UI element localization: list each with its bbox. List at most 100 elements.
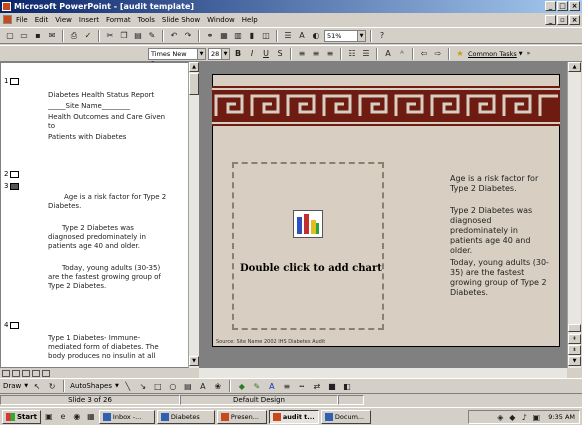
menu-edit[interactable]: Edit bbox=[35, 16, 49, 24]
chart-placeholder-text[interactable]: Double click to add chart bbox=[240, 263, 382, 274]
align-right-icon[interactable]: ≡ bbox=[324, 48, 336, 60]
line-color-icon[interactable]: ✎ bbox=[251, 380, 263, 392]
italic-icon[interactable]: I bbox=[246, 48, 258, 60]
shadow-icon[interactable]: S bbox=[274, 48, 286, 60]
menu-window[interactable]: Window bbox=[207, 16, 235, 24]
wordart-icon[interactable]: A bbox=[197, 380, 209, 392]
insert-chart-icon[interactable]: ▮ bbox=[246, 30, 258, 42]
doc-close-button[interactable]: × bbox=[569, 15, 580, 25]
dash-style-icon[interactable]: ┅ bbox=[296, 380, 308, 392]
doc-minimize-button[interactable]: _ bbox=[545, 15, 556, 25]
chevron-down-icon[interactable]: ▼ bbox=[115, 383, 119, 389]
menu-format[interactable]: Format bbox=[106, 16, 131, 24]
font-size-select[interactable]: 28 ▼ bbox=[208, 47, 230, 60]
task-diabetes[interactable]: Diabetes bbox=[156, 409, 215, 424]
horizontal-scrollbar[interactable] bbox=[199, 368, 567, 378]
quicklaunch-outlook-icon[interactable]: ◉ bbox=[71, 411, 83, 423]
common-tasks-button[interactable]: Common Tasks bbox=[468, 50, 517, 58]
outline-view-icon[interactable] bbox=[12, 369, 20, 377]
bold-icon[interactable]: B bbox=[232, 48, 244, 60]
new-slide-icon[interactable]: ◫ bbox=[260, 30, 272, 42]
chevron-down-icon[interactable]: ▼ bbox=[197, 48, 205, 59]
tray-monitor-icon[interactable]: ▣ bbox=[530, 411, 542, 423]
outline-pane[interactable]: 1 Diabetes Health Status Report _____Sit… bbox=[0, 62, 197, 368]
chart-icon[interactable] bbox=[293, 210, 323, 238]
slide-text-paragraph[interactable]: Today, young adults (30-35) are the fast… bbox=[450, 258, 552, 298]
more-buttons-icon[interactable]: » bbox=[527, 50, 531, 57]
expand-all-icon[interactable]: ☰ bbox=[282, 30, 294, 42]
menu-tools[interactable]: Tools bbox=[138, 16, 155, 24]
slide-text-paragraph[interactable]: Age is a risk factor for Type 2 Diabetes… bbox=[450, 174, 552, 194]
scroll-down-arrow-icon[interactable]: ▼ bbox=[568, 356, 581, 366]
show-formatting-icon[interactable]: A bbox=[296, 30, 308, 42]
3d-icon[interactable]: ◧ bbox=[341, 380, 353, 392]
menu-view[interactable]: View bbox=[55, 16, 72, 24]
bullets-icon[interactable]: ☰ bbox=[360, 48, 372, 60]
line-style-icon[interactable]: ≡ bbox=[281, 380, 293, 392]
scroll-thumb[interactable] bbox=[189, 73, 199, 95]
task-audit-template[interactable]: audit t... bbox=[268, 409, 319, 424]
tray-network-icon[interactable]: ◈ bbox=[494, 411, 506, 423]
menu-file[interactable]: File bbox=[16, 16, 28, 24]
chart-placeholder[interactable] bbox=[232, 162, 384, 330]
tray-antivirus-icon[interactable]: ◆ bbox=[506, 411, 518, 423]
close-button[interactable]: × bbox=[569, 1, 580, 11]
chevron-down-icon[interactable]: ▼ bbox=[519, 51, 523, 57]
slide-text-paragraph[interactable]: Type 2 Diabetes was diagnosed predominat… bbox=[450, 206, 552, 256]
arrow-icon[interactable]: ↘ bbox=[137, 380, 149, 392]
previous-slide-icon[interactable]: ⇞ bbox=[568, 334, 581, 344]
menu-insert[interactable]: Insert bbox=[79, 16, 99, 24]
spelling-icon[interactable]: ✓ bbox=[82, 30, 94, 42]
task-presentation[interactable]: Presen... bbox=[216, 409, 267, 424]
arrow-style-icon[interactable]: ⇄ bbox=[311, 380, 323, 392]
scroll-thumb[interactable] bbox=[568, 324, 581, 332]
paste-icon[interactable]: ▤ bbox=[132, 30, 144, 42]
slide-sorter-icon[interactable] bbox=[32, 369, 40, 377]
outline-slide-2[interactable]: 2 bbox=[4, 170, 20, 178]
scroll-up-arrow-icon[interactable]: ▲ bbox=[189, 62, 199, 72]
align-center-icon[interactable]: ≡ bbox=[310, 48, 322, 60]
rectangle-icon[interactable]: □ bbox=[152, 380, 164, 392]
chevron-down-icon[interactable]: ▼ bbox=[221, 48, 229, 59]
slide-view-icon[interactable] bbox=[22, 369, 30, 377]
outline-scrollbar[interactable]: ▲ ▼ bbox=[188, 62, 199, 368]
tray-volume-icon[interactable]: ♪ bbox=[518, 411, 530, 423]
task-document[interactable]: Docum... bbox=[320, 409, 371, 424]
outline-slide-1[interactable]: 1 bbox=[4, 77, 20, 85]
quicklaunch-ie-icon[interactable]: e bbox=[57, 411, 69, 423]
zoom-select[interactable]: 51% ▼ bbox=[324, 29, 366, 42]
doc-restore-button[interactable]: ▫ bbox=[557, 15, 568, 25]
draw-menu[interactable]: Draw bbox=[3, 382, 21, 390]
star-icon[interactable]: ★ bbox=[454, 48, 466, 60]
print-icon[interactable]: ⎙ bbox=[68, 30, 80, 42]
hyperlink-icon[interactable]: ⚭ bbox=[204, 30, 216, 42]
underline-icon[interactable]: U bbox=[260, 48, 272, 60]
copy-icon[interactable]: ❐ bbox=[118, 30, 130, 42]
autoshapes-menu[interactable]: AutoShapes bbox=[70, 382, 112, 390]
slide-show-icon[interactable] bbox=[42, 369, 50, 377]
demote-icon[interactable]: ⇨ bbox=[432, 48, 444, 60]
help-icon[interactable]: ? bbox=[376, 30, 388, 42]
textbox-icon[interactable]: ▤ bbox=[182, 380, 194, 392]
select-objects-icon[interactable]: ↖ bbox=[31, 380, 43, 392]
task-inbox[interactable]: Inbox -... bbox=[98, 409, 155, 424]
outline-slide-3-text[interactable]: Age is a risk factor for Type 2 Diabetes… bbox=[48, 193, 188, 291]
line-icon[interactable]: ╲ bbox=[122, 380, 134, 392]
email-icon[interactable]: ✉ bbox=[46, 30, 58, 42]
save-icon[interactable]: ▪ bbox=[32, 30, 44, 42]
grayscale-icon[interactable]: ◐ bbox=[310, 30, 322, 42]
quicklaunch-channels-icon[interactable]: ▦ bbox=[85, 411, 97, 423]
outline-slide-4[interactable]: 4 bbox=[4, 321, 20, 329]
outline-slide-1-text[interactable]: Diabetes Health Status Report _____Site … bbox=[48, 91, 165, 142]
clipart-icon[interactable]: ❀ bbox=[212, 380, 224, 392]
oval-icon[interactable]: ○ bbox=[167, 380, 179, 392]
start-button[interactable]: Start bbox=[2, 409, 41, 424]
increase-font-icon[interactable]: A bbox=[382, 48, 394, 60]
chevron-down-icon[interactable]: ▼ bbox=[357, 30, 365, 41]
outline-slide-4-text[interactable]: Type 1 Diabetes- Immune- mediated form o… bbox=[48, 334, 188, 361]
tables-borders-icon[interactable]: ▦ bbox=[218, 30, 230, 42]
quicklaunch-desktop-icon[interactable]: ▣ bbox=[43, 411, 55, 423]
decrease-font-icon[interactable]: ᴬ bbox=[396, 48, 408, 60]
font-select[interactable]: Times New Roman ▼ bbox=[148, 47, 206, 68]
next-slide-icon[interactable]: ⇟ bbox=[568, 345, 581, 355]
